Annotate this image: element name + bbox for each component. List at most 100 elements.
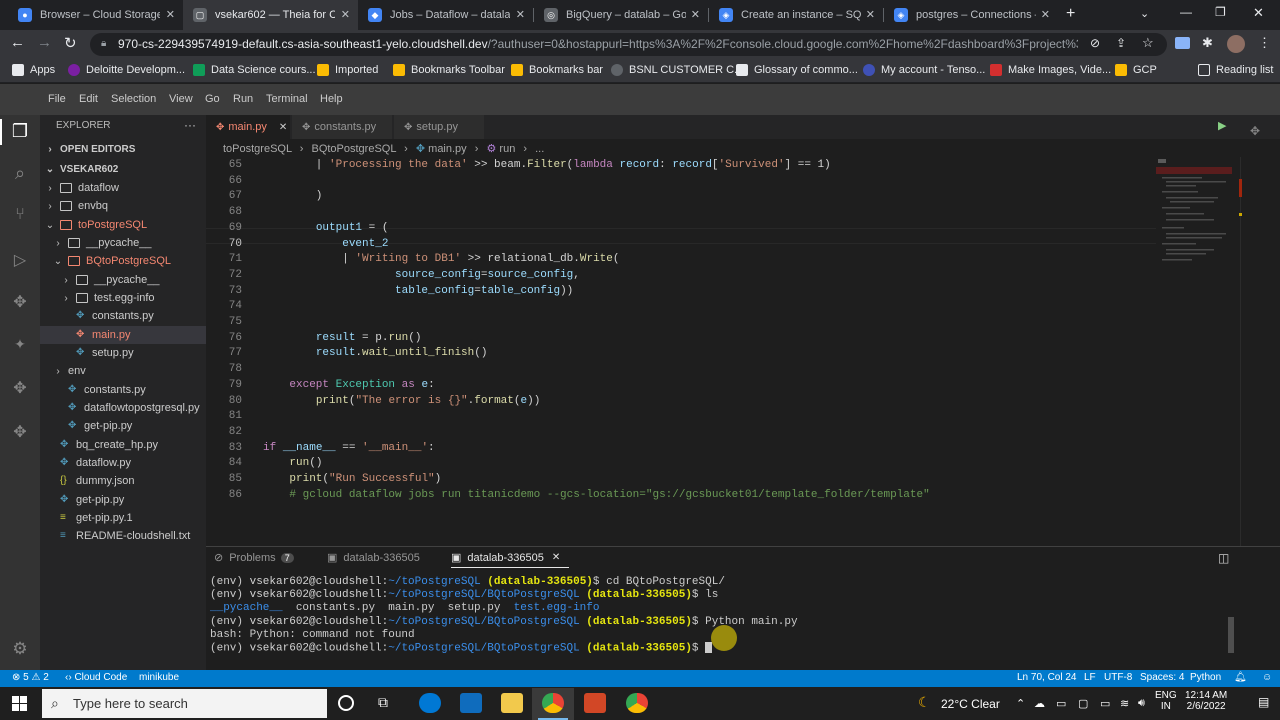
status-cloud-code[interactable]: ‹› Cloud Code: [65, 672, 127, 683]
workspace-root[interactable]: ⌄ VSEKAR602: [44, 160, 119, 178]
status-eol[interactable]: LF: [1084, 672, 1096, 683]
weather-text[interactable]: 22°C Clear: [941, 697, 1000, 711]
menu-terminal[interactable]: Terminal: [266, 93, 308, 105]
breadcrumb-topostgresql[interactable]: toPostgreSQL: [223, 143, 292, 155]
breadcrumb-more[interactable]: ...: [535, 143, 544, 155]
close-icon[interactable]: ✕: [516, 8, 525, 21]
browser-tab-sql-instance[interactable]: ◈ Create an instance – SQL – ✕: [709, 0, 883, 30]
tree-folder-pycache[interactable]: › __pycache__: [52, 234, 151, 252]
reload-icon[interactable]: ↻: [64, 34, 77, 52]
tree-file-dummy-json[interactable]: {} dummy.json: [60, 472, 134, 490]
tab-terminal-1[interactable]: ▣ datalab-336505: [327, 551, 420, 565]
mail-icon[interactable]: [460, 693, 482, 713]
wifi-icon[interactable]: ≋: [1120, 697, 1129, 710]
notification-bell-icon[interactable]: 🔔︎: [1234, 672, 1247, 683]
close-icon[interactable]: ✕: [866, 8, 875, 21]
lock-icon[interactable]: 🔒︎: [101, 38, 106, 49]
status-cursor-position[interactable]: Ln 70, Col 24: [1017, 672, 1077, 683]
open-editors-section[interactable]: › OPEN EDITORS: [44, 140, 135, 158]
maximize-icon[interactable]: ❐: [1215, 5, 1226, 19]
editor-scrollbar[interactable]: [1239, 157, 1254, 546]
tab-terminal-2[interactable]: ▣ datalab-336505 ✕: [451, 551, 560, 565]
bookmark-toolbar[interactable]: Bookmarks Toolbar: [393, 64, 505, 76]
outline-icon[interactable]: ✥: [1250, 124, 1260, 138]
code-editor[interactable]: 65 | 'Processing the data' >> beam.Filte…: [206, 157, 1156, 546]
task-view-icon[interactable]: ⧉: [378, 694, 388, 711]
puzzle-icon[interactable]: ✱: [1202, 35, 1213, 51]
tree-folder-bqtopostgresql[interactable]: ⌄ BQtoPostgreSQL: [52, 252, 171, 270]
menu-run[interactable]: Run: [233, 93, 253, 105]
status-language[interactable]: Python: [1190, 672, 1221, 683]
monitor-icon[interactable]: ▢: [1078, 697, 1088, 710]
file-explorer-icon[interactable]: [501, 693, 523, 713]
tab-search-icon[interactable]: ⌄: [1140, 7, 1149, 20]
tree-file-constants-root[interactable]: ✥ constants.py: [68, 381, 146, 399]
tab-problems[interactable]: ⊘ Problems 7: [214, 551, 294, 564]
bookmark-gcp[interactable]: GCP: [1115, 64, 1157, 76]
bookmark-bar-folder[interactable]: Bookmarks bar: [511, 64, 603, 76]
minimize-icon[interactable]: —: [1180, 5, 1192, 19]
status-encoding[interactable]: UTF-8: [1104, 672, 1132, 683]
share-icon[interactable]: ⇪: [1116, 36, 1126, 50]
breadcrumb-main[interactable]: main.py: [428, 143, 467, 155]
close-icon[interactable]: ✕: [279, 122, 287, 133]
star-icon[interactable]: ☆: [1142, 35, 1154, 51]
minimap[interactable]: [1156, 157, 1240, 546]
bookmark-imported[interactable]: Imported: [317, 64, 378, 76]
menu-view[interactable]: View: [169, 93, 193, 105]
tree-file-get-pip-1[interactable]: ≡ get-pip.py.1: [60, 509, 133, 527]
bookmark-tensorflow[interactable]: My account - Tenso...: [863, 64, 985, 76]
reading-list[interactable]: Reading list: [1198, 64, 1273, 76]
bookmark-bsnl[interactable]: BSNL CUSTOMER C...: [611, 64, 743, 76]
tree-folder-env[interactable]: › env: [52, 362, 85, 380]
secret-manager-icon[interactable]: ✥: [8, 378, 32, 402]
terminal-scrollbar[interactable]: [1228, 617, 1234, 653]
eye-off-icon[interactable]: ⊘: [1090, 36, 1100, 50]
tree-file-bq-create-hp[interactable]: ✥ bq_create_hp.py: [60, 436, 158, 454]
battery-icon[interactable]: ▭: [1100, 697, 1110, 710]
windows-start-icon[interactable]: [12, 696, 27, 711]
chrome-profile-icon[interactable]: [626, 693, 648, 713]
breadcrumb-bqtopostgresql[interactable]: BQtoPostgreSQL: [311, 143, 396, 155]
status-indent[interactable]: Spaces: 4: [1140, 672, 1184, 683]
powerpoint-icon[interactable]: [584, 693, 606, 713]
settings-gear-icon[interactable]: ⚙: [8, 639, 32, 663]
api-icon[interactable]: ✦: [8, 336, 32, 360]
menu-help[interactable]: Help: [320, 93, 343, 105]
language-indicator[interactable]: ENG IN: [1155, 690, 1177, 712]
tree-folder-dataflow[interactable]: › dataflow: [44, 179, 119, 197]
browser-tab-cloud-storage[interactable]: ● Browser – Cloud Storage – ✕: [8, 0, 183, 30]
browser-tab-dataflow[interactable]: ◆ Jobs – Dataflow – datalab - ✕: [358, 0, 533, 30]
tree-folder-envbq[interactable]: › envbq: [44, 197, 108, 215]
browser-tab-theia[interactable]: ▢ vsekar602 — Theia for Clou ✕: [183, 0, 358, 30]
onedrive-icon[interactable]: ☁: [1034, 697, 1045, 710]
run-icon[interactable]: ▶: [1218, 119, 1226, 132]
tree-folder-topostgresql[interactable]: ⌄ toPostgreSQL: [44, 216, 147, 234]
tree-folder-pycache-nested[interactable]: › __pycache__: [60, 271, 159, 289]
tree-folder-test-egg-info[interactable]: › test.egg-info: [60, 289, 154, 307]
bookmark-deloitte[interactable]: Deloitte Developm...: [68, 64, 185, 76]
show-hidden-icons[interactable]: ⌃: [1016, 697, 1025, 710]
menu-file[interactable]: File: [48, 93, 66, 105]
bookmark-apps[interactable]: Apps: [12, 64, 55, 76]
device-icon[interactable]: ▭: [1056, 697, 1066, 710]
cloud-code-icon[interactable]: ✥: [8, 292, 32, 316]
bookmark-make-images[interactable]: Make Images, Vide...: [990, 64, 1111, 76]
weather-moon-icon[interactable]: ☾: [918, 694, 931, 711]
new-tab-icon[interactable]: +: [1066, 5, 1075, 23]
editor-tab-main[interactable]: ✥ main.py ✕: [206, 115, 290, 139]
menu-edit[interactable]: Edit: [79, 93, 98, 105]
avatar[interactable]: [1227, 35, 1245, 53]
close-icon[interactable]: ✕: [166, 8, 175, 21]
editor-tab-constants[interactable]: ✥ constants.py: [292, 115, 392, 139]
tree-file-main[interactable]: ✥ main.py: [76, 326, 131, 344]
notifications-icon[interactable]: ▤: [1258, 695, 1269, 709]
browser-tab-postgres[interactable]: ◈ postgres – Connections – S ✕: [884, 0, 1058, 30]
files-icon[interactable]: ❐: [8, 121, 32, 145]
bookmark-glossary[interactable]: Glossary of commo...: [736, 64, 858, 76]
back-icon[interactable]: ←: [10, 34, 25, 51]
close-icon[interactable]: ✕: [1041, 8, 1050, 21]
tree-file-get-pip[interactable]: ✥ get-pip.py: [68, 417, 132, 435]
status-minikube[interactable]: minikube: [139, 672, 179, 683]
edge-icon[interactable]: [419, 693, 441, 713]
